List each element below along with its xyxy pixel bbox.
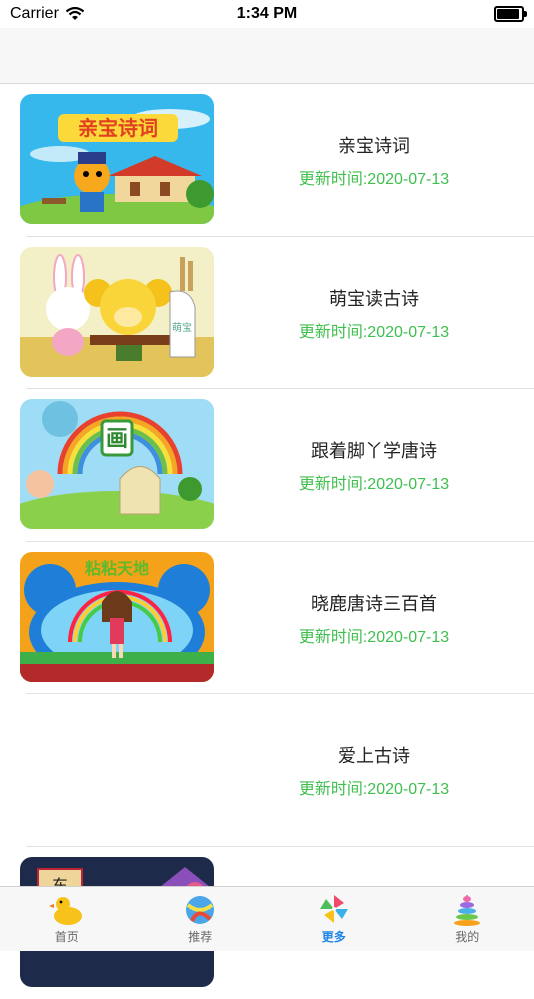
list-item[interactable]: 亲宝诗词 亲宝诗词 更新时间:2020-07-13 <box>0 84 534 237</box>
list-item[interactable]: 粘粘天地 晓鹿唐诗三百首 更新时间:2020-07-13 <box>0 542 534 695</box>
thumb-text: 画 <box>106 427 128 452</box>
item-date: 更新时间:2020-07-13 <box>214 623 534 647</box>
tab-label: 首页 <box>55 928 79 945</box>
tab-home[interactable]: 首页 <box>0 887 134 951</box>
thumbnail-mengbao: 萌宝 <box>20 247 214 377</box>
tab-label: 更多 <box>322 928 346 945</box>
status-bar: Carrier 1:34 PM <box>0 0 534 28</box>
item-title: 晓鹿唐诗三百首 <box>214 590 534 616</box>
thumbnail-jiaoya: 画 <box>20 399 214 529</box>
clock: 1:34 PM <box>0 5 534 23</box>
thumb-text: 粘粘天地 <box>85 559 149 578</box>
item-date: 更新时间:2020-07-13 <box>214 165 534 189</box>
item-date: 更新时间:2020-07-13 <box>214 318 534 342</box>
tab-recommend[interactable]: 推荐 <box>134 887 268 951</box>
item-title: 跟着脚丫学唐诗 <box>214 437 534 463</box>
tab-label: 推荐 <box>188 928 212 945</box>
tab-more[interactable]: 更多 <box>267 887 401 951</box>
duck-icon <box>49 893 85 927</box>
list-item[interactable]: 爱上古诗 更新时间:2020-07-13 <box>0 694 534 847</box>
thumb-text: 亲宝诗词 <box>78 116 158 140</box>
navigation-bar <box>0 28 534 84</box>
list-item[interactable]: 画 跟着脚丫学唐诗 更新时间:2020-07-13 <box>0 389 534 542</box>
ring-stack-icon <box>449 893 485 927</box>
item-title: 爱上古诗 <box>214 742 534 768</box>
thumbnail-qinbao: 亲宝诗词 <box>20 94 214 224</box>
pinwheel-icon <box>316 893 352 927</box>
app-list: 亲宝诗词 亲宝诗词 更新时间:2020-07-13 <box>0 84 534 999</box>
tab-bar: 首页 推荐 更多 我的 <box>0 886 534 951</box>
ball-icon <box>182 893 218 927</box>
tab-label: 我的 <box>455 928 479 945</box>
list-item[interactable]: 萌宝 萌宝读古诗 更新时间:2020-07-13 <box>0 237 534 390</box>
svg-text:萌宝: 萌宝 <box>172 321 192 334</box>
tab-mine[interactable]: 我的 <box>401 887 534 951</box>
item-date: 更新时间:2020-07-13 <box>214 470 534 494</box>
battery-icon <box>494 6 524 22</box>
thumbnail-xiaolu: 粘粘天地 <box>20 552 214 682</box>
item-title: 亲宝诗词 <box>214 132 534 158</box>
item-date: 更新时间:2020-07-13 <box>214 775 534 799</box>
item-title: 萌宝读古诗 <box>214 285 534 311</box>
